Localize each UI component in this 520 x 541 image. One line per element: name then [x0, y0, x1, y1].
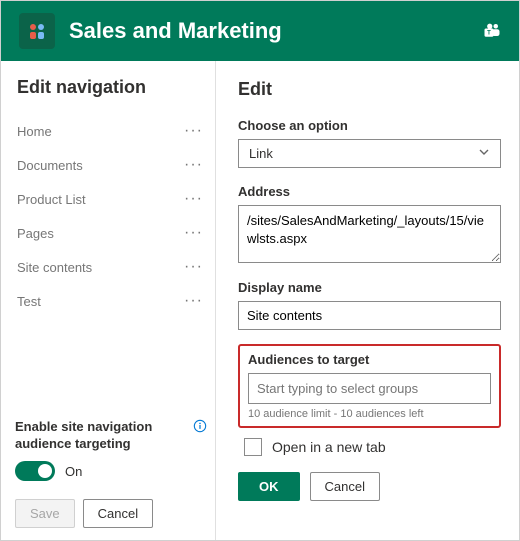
cancel-button[interactable]: Cancel	[83, 499, 153, 528]
audiences-input[interactable]	[248, 373, 491, 404]
open-new-tab-label: Open in a new tab	[272, 439, 386, 455]
callout-notch	[216, 296, 224, 316]
edit-link-panel: Edit Choose an option Link Address Displ…	[216, 61, 519, 540]
nav-item-label: Test	[17, 294, 41, 309]
audiences-hint: 10 audience limit - 10 audiences left	[248, 408, 491, 420]
svg-text:T: T	[487, 30, 491, 36]
site-header: Sales and Marketing T	[1, 1, 519, 61]
nav-item-site-contents[interactable]: Site contents ···	[15, 250, 207, 284]
more-icon[interactable]: ···	[184, 156, 203, 174]
toggle-on-label: On	[65, 464, 82, 479]
display-name-input[interactable]	[238, 301, 501, 330]
nav-item-documents[interactable]: Documents ···	[15, 148, 207, 182]
edit-nav-heading: Edit navigation	[15, 77, 207, 98]
address-label: Address	[238, 184, 501, 199]
audiences-highlight: Audiences to target 10 audience limit - …	[238, 344, 501, 428]
nav-item-label: Pages	[17, 226, 54, 241]
ok-button[interactable]: OK	[238, 472, 300, 501]
edit-cancel-button[interactable]: Cancel	[310, 472, 380, 501]
edit-navigation-panel: Edit navigation Home ··· Documents ··· P…	[1, 61, 216, 540]
more-icon[interactable]: ···	[184, 258, 203, 276]
chevron-down-icon	[478, 146, 490, 161]
address-input[interactable]	[238, 205, 501, 263]
nav-item-label: Site contents	[17, 260, 92, 275]
audience-targeting-label: Enable site navigation audience targetin…	[15, 419, 207, 453]
more-icon[interactable]: ···	[184, 190, 203, 208]
site-title: Sales and Marketing	[69, 18, 469, 44]
option-value: Link	[249, 146, 273, 161]
site-logo	[19, 13, 55, 49]
more-icon[interactable]: ···	[184, 292, 203, 310]
toggle-knob	[38, 464, 52, 478]
nav-item-label: Product List	[17, 192, 86, 207]
audience-targeting-toggle[interactable]	[15, 461, 55, 481]
nav-item-product-list[interactable]: Product List ···	[15, 182, 207, 216]
nav-item-label: Home	[17, 124, 52, 139]
save-button: Save	[15, 499, 75, 528]
nav-item-home[interactable]: Home ···	[15, 114, 207, 148]
display-name-label: Display name	[238, 280, 501, 295]
nav-item-pages[interactable]: Pages ···	[15, 216, 207, 250]
more-icon[interactable]: ···	[184, 224, 203, 242]
edit-panel-heading: Edit	[238, 79, 501, 100]
option-select[interactable]: Link	[238, 139, 501, 168]
more-icon[interactable]: ···	[184, 122, 203, 140]
audiences-label: Audiences to target	[248, 352, 491, 367]
open-new-tab-checkbox[interactable]	[244, 438, 262, 456]
option-label: Choose an option	[238, 118, 501, 133]
nav-item-test[interactable]: Test ···	[15, 284, 207, 318]
info-icon[interactable]	[193, 419, 207, 433]
nav-item-label: Documents	[17, 158, 83, 173]
teams-icon[interactable]: T	[483, 21, 501, 42]
